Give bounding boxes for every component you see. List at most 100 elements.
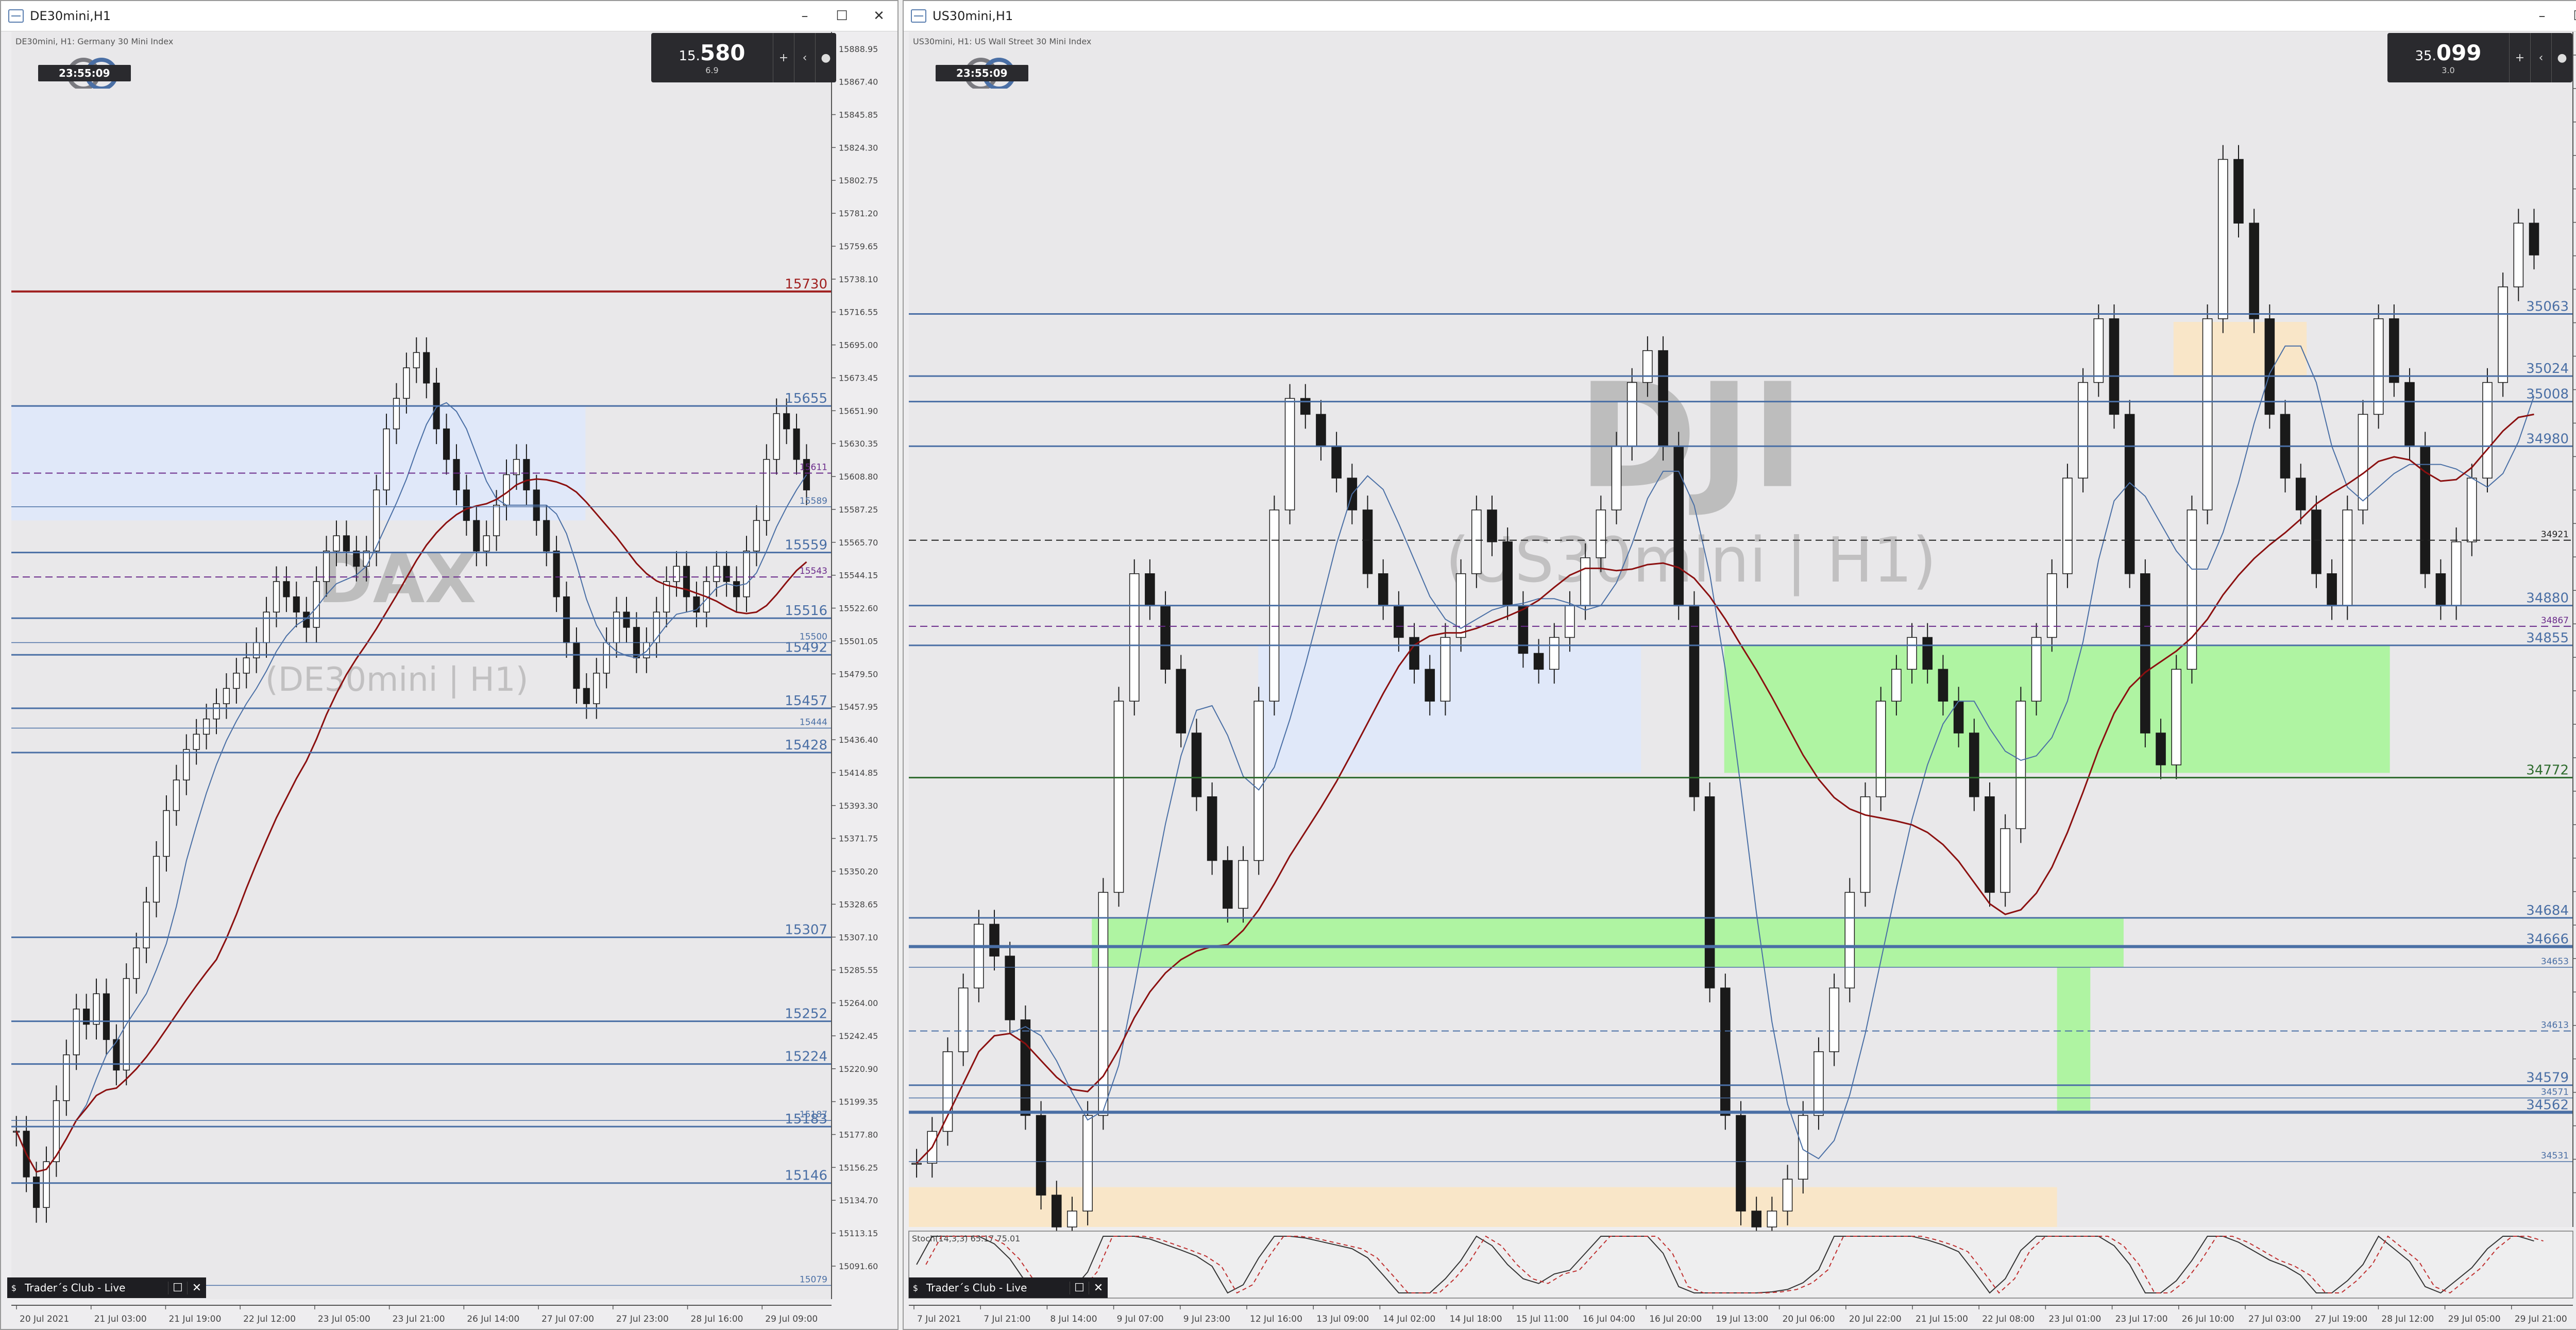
trading-panel-bar[interactable]: $ Trader´s Club - Live ☐ ✕ — [909, 1277, 1108, 1298]
y-tick-label: 15264.00 — [839, 998, 878, 1008]
server-clock: 23:55:09 — [936, 65, 1028, 81]
candle-body — [343, 535, 350, 552]
close-button[interactable]: ✕ — [860, 8, 897, 24]
candle-body — [793, 428, 800, 460]
maximize-button[interactable]: ☐ — [2561, 8, 2576, 24]
de30-chart-window[interactable]: DE30mini,H1 – ☐ ✕ DE30mini, H1: Germany … — [0, 0, 899, 1330]
candle-body — [1751, 1210, 1761, 1227]
panel-close-button[interactable]: ✕ — [187, 1281, 206, 1294]
zone-orange-zone-5 — [2173, 321, 2307, 377]
y-tick-label: 15845.85 — [839, 110, 878, 120]
zone-green-zone-1 — [1724, 645, 2390, 773]
candle-body — [623, 611, 630, 628]
chart-window-icon — [911, 9, 926, 23]
panel-restore-button[interactable]: ☐ — [1070, 1281, 1089, 1294]
chevron-left-icon[interactable]: ‹ — [794, 33, 815, 82]
x-tick-label: 29 Jul 05:00 — [2448, 1314, 2501, 1324]
candle-body — [213, 703, 220, 720]
y-tick-label: 15673.45 — [839, 373, 878, 383]
price-decimals: 580 — [700, 40, 745, 65]
us30-chart-window[interactable]: US30mini,H1 – ☐ ✕ US30mini, H1: US Wall … — [903, 0, 2576, 1330]
candle-body — [2482, 382, 2493, 479]
y-tick-label: 15479.50 — [839, 669, 878, 679]
server-clock: 23:55:09 — [38, 65, 131, 81]
candle-body — [1253, 701, 1264, 861]
candle-body — [1378, 573, 1388, 606]
chevron-left-icon[interactable]: ‹ — [2530, 33, 2551, 82]
candle-body — [683, 566, 690, 598]
candle-body — [1238, 860, 1248, 909]
candle-body — [753, 520, 760, 552]
plus-icon[interactable]: + — [773, 33, 794, 82]
candle-body — [989, 924, 999, 957]
x-tick-label: 22 Jul 08:00 — [1982, 1314, 2035, 1324]
maximize-button[interactable]: ☐ — [823, 8, 860, 24]
panel-restore-button[interactable]: ☐ — [168, 1281, 187, 1294]
candle-body — [403, 367, 410, 399]
y-tick-label: 15414.85 — [839, 768, 878, 778]
candle-body — [1673, 446, 1684, 606]
candle-body — [263, 611, 270, 643]
toggle-icon[interactable]: ● — [815, 33, 836, 82]
level-label-35024: 35024 — [2526, 361, 2569, 377]
level-label-34571: 34571 — [2541, 1087, 2569, 1097]
candle-body — [713, 566, 720, 582]
candle-body — [2015, 701, 2026, 829]
de30-price-chart[interactable]: DE30mini, H1: Germany 30 Mini Index DAX (D… — [1, 31, 897, 1329]
candle-body — [1284, 398, 1295, 510]
candle-body — [1067, 1210, 1077, 1227]
candle-body — [1611, 446, 1622, 510]
candle-body — [413, 352, 420, 368]
y-tick-label: 15457.95 — [839, 702, 878, 712]
candle-body — [183, 749, 190, 781]
candle-body — [2109, 318, 2120, 415]
candle-body — [1145, 573, 1155, 606]
panel-label: Trader´s Club - Live — [25, 1282, 126, 1294]
plus-icon[interactable]: + — [2509, 33, 2530, 82]
candle-body — [243, 657, 250, 674]
candle-body — [523, 459, 530, 490]
x-tick-label: 20 Jul 06:00 — [1783, 1314, 1835, 1324]
candle-body — [1005, 956, 1015, 1020]
candle-body — [2295, 478, 2306, 510]
toggle-icon[interactable]: ● — [2551, 33, 2572, 82]
candle-body — [1922, 637, 1933, 670]
candle-body — [1814, 1051, 1824, 1116]
candle-body — [1223, 860, 1233, 909]
candle-body — [673, 566, 680, 582]
candle-body — [143, 901, 150, 949]
y-tick-label: 15436.40 — [839, 735, 878, 745]
x-tick-label: 27 Jul 07:00 — [541, 1314, 594, 1324]
y-tick-label: 15608.80 — [839, 472, 878, 482]
x-tick-label: 7 Jul 2021 — [917, 1314, 961, 1324]
x-tick-label: 16 Jul 04:00 — [1583, 1314, 1635, 1324]
price-integer: 35. — [2415, 48, 2436, 64]
y-tick-label: 15888.95 — [839, 44, 878, 54]
stochastic-label: Stoch(14,3,3) 65.17 75.01 — [912, 1234, 1020, 1243]
candle-body — [1704, 796, 1715, 988]
de30-title-bar[interactable]: DE30mini,H1 – ☐ ✕ — [1, 1, 897, 31]
y-tick-label: 15393.30 — [839, 801, 878, 811]
y-tick-label: 15328.65 — [839, 899, 878, 909]
x-tick-label: 19 Jul 13:00 — [1716, 1314, 1768, 1324]
candle-body — [2093, 318, 2104, 383]
level-label-34653: 34653 — [2541, 957, 2569, 967]
candle-body — [2062, 478, 2073, 574]
us30-price-chart[interactable]: US30mini, H1: US Wall Street 30 Mini Ind… — [904, 31, 2576, 1329]
candle-body — [2373, 318, 2384, 415]
level-label-15543: 15543 — [800, 566, 827, 576]
us30-title-bar[interactable]: US30mini,H1 – ☐ ✕ — [904, 1, 2576, 31]
panel-close-button[interactable]: ✕ — [1089, 1281, 1108, 1294]
candle-body — [63, 1054, 70, 1101]
candle-body — [273, 581, 280, 613]
candle-body — [2327, 573, 2337, 606]
candle-body — [1829, 987, 1839, 1052]
level-label-34562: 34562 — [2526, 1097, 2569, 1113]
candle-body — [1098, 892, 1109, 1116]
y-tick-label: 15651.90 — [839, 406, 878, 416]
minimize-button[interactable]: – — [2523, 8, 2561, 24]
trading-panel-bar[interactable]: $ Trader´s Club - Live ☐ ✕ — [7, 1277, 206, 1298]
x-tick-label: 20 Jul 22:00 — [1849, 1314, 1902, 1324]
candle-body — [2498, 286, 2508, 383]
minimize-button[interactable]: – — [786, 8, 823, 24]
